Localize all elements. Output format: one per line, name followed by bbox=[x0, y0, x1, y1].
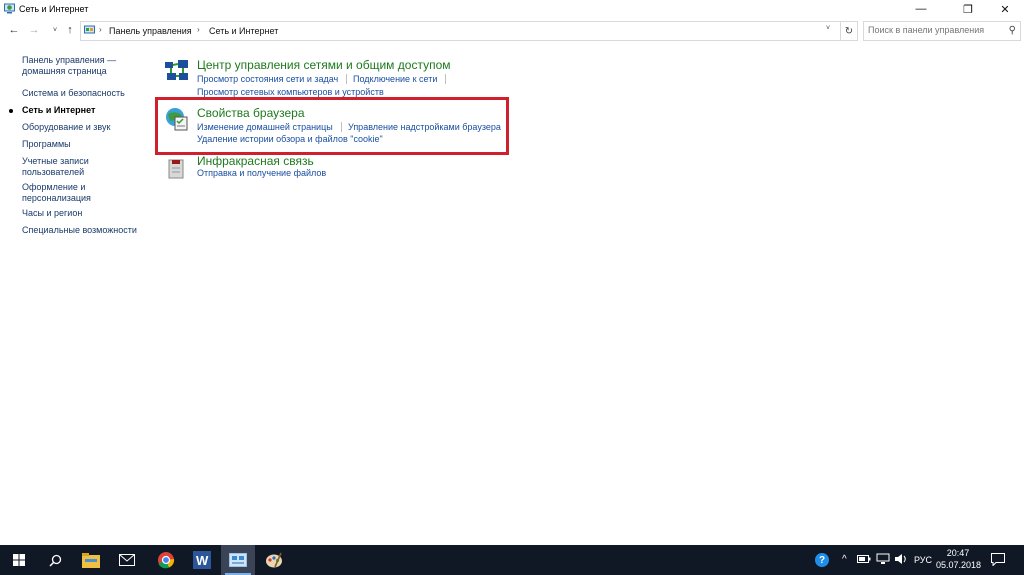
network-app-icon bbox=[4, 3, 15, 14]
sidebar-item-clock-region[interactable]: Часы и регион bbox=[22, 208, 147, 219]
sidebar-item-system-security[interactable]: Система и безопасность bbox=[22, 88, 147, 99]
taskbar-control-panel[interactable] bbox=[221, 545, 255, 575]
forward-button[interactable]: → bbox=[26, 22, 42, 38]
link-send-receive-files[interactable]: Отправка и получение файлов bbox=[197, 168, 326, 178]
current-item-bullet bbox=[9, 109, 13, 113]
taskbar-paint[interactable] bbox=[257, 545, 291, 575]
sidebar-item-user-accounts[interactable]: Учетные записи пользователей bbox=[22, 156, 97, 178]
network-center-icon[interactable] bbox=[164, 58, 190, 84]
search-icon bbox=[48, 554, 61, 567]
control-panel-icon bbox=[229, 553, 247, 567]
breadcrumb-separator: › bbox=[197, 25, 200, 34]
help-icon: ? bbox=[815, 553, 829, 567]
recent-locations-button[interactable]: ˅ bbox=[47, 22, 63, 38]
sidebar-item-accessibility[interactable]: Специальные возможности bbox=[22, 225, 147, 236]
highlight-box bbox=[155, 97, 509, 155]
address-dropdown-icon[interactable]: ˅ bbox=[826, 25, 830, 32]
battery-icon[interactable] bbox=[857, 554, 871, 564]
search-input[interactable] bbox=[868, 24, 1000, 36]
chrome-icon bbox=[158, 552, 175, 569]
link-view-network-computers[interactable]: Просмотр сетевых компьютеров и устройств bbox=[197, 87, 384, 97]
clock-time: 20:47 bbox=[946, 548, 970, 558]
category-infrared: Инфракрасная связь Отправка и получение … bbox=[164, 154, 464, 184]
language-indicator[interactable]: РУС bbox=[914, 555, 932, 565]
clock-date: 05.07.2018 bbox=[936, 560, 982, 570]
maximize-button[interactable]: ❐ bbox=[953, 0, 983, 18]
address-bar[interactable]: › Панель управления › Сеть и Интернет ˅ bbox=[80, 21, 841, 41]
taskbar: W ? ^ РУС 20:47 05.07.2018 bbox=[0, 545, 1024, 575]
file-explorer-icon bbox=[82, 552, 100, 568]
word-icon: W bbox=[193, 551, 211, 569]
help-tray-button[interactable]: ? bbox=[807, 545, 837, 575]
infrared-icon[interactable] bbox=[164, 154, 190, 180]
taskbar-word[interactable]: W bbox=[185, 545, 219, 575]
taskbar-mail[interactable] bbox=[110, 545, 144, 575]
start-button[interactable] bbox=[2, 545, 36, 575]
link-connect-to-network[interactable]: Подключение к сети bbox=[353, 74, 437, 84]
search-box[interactable]: ⚲ bbox=[863, 21, 1021, 41]
sidebar-item-network-internet[interactable]: Сеть и Интернет bbox=[9, 105, 147, 116]
taskbar-chrome[interactable] bbox=[149, 545, 183, 575]
breadcrumb-network-internet[interactable]: Сеть и Интернет bbox=[209, 26, 278, 36]
taskbar-file-explorer[interactable] bbox=[74, 545, 108, 575]
up-button[interactable]: ↑ bbox=[62, 22, 78, 38]
breadcrumb-separator: › bbox=[99, 25, 102, 34]
link-divider bbox=[445, 74, 446, 84]
minimize-button[interactable]: — bbox=[906, 0, 936, 18]
mail-icon bbox=[119, 554, 135, 566]
control-panel-icon bbox=[84, 25, 95, 34]
navigation-bar: ← → ˅ ↑ › Панель управления › Сеть и Инт… bbox=[0, 20, 1024, 42]
sidebar-item-appearance[interactable]: Оформление и персонализация bbox=[22, 182, 97, 204]
back-button[interactable]: ← bbox=[6, 22, 22, 38]
clock[interactable]: 20:47 05.07.2018 bbox=[936, 548, 982, 570]
sidebar-item-hardware-sound[interactable]: Оборудование и звук bbox=[22, 122, 147, 133]
network-tray-icon[interactable] bbox=[876, 553, 890, 565]
category-title[interactable]: Инфракрасная связь bbox=[197, 154, 314, 168]
category-network-center: Центр управления сетями и общим доступом… bbox=[164, 58, 464, 98]
window-title: Сеть и Интернет bbox=[19, 4, 89, 14]
paint-icon bbox=[266, 552, 282, 568]
volume-icon[interactable] bbox=[894, 553, 908, 565]
sidebar-item-programs[interactable]: Программы bbox=[22, 139, 147, 150]
windows-start-icon bbox=[13, 554, 25, 566]
tray-chevron-icon[interactable]: ^ bbox=[842, 554, 847, 565]
sidebar-item-label: Сеть и Интернет bbox=[22, 105, 96, 115]
link-view-network-status[interactable]: Просмотр состояния сети и задач bbox=[197, 74, 338, 84]
taskbar-search-button[interactable] bbox=[38, 545, 72, 575]
search-icon[interactable]: ⚲ bbox=[1009, 25, 1016, 36]
notifications-icon[interactable] bbox=[991, 553, 1005, 566]
refresh-button[interactable]: ↻ bbox=[841, 21, 858, 41]
title-bar: Сеть и Интернет — ❐ ✕ bbox=[0, 0, 1024, 18]
svg-text:W: W bbox=[196, 553, 209, 568]
category-title[interactable]: Центр управления сетями и общим доступом bbox=[197, 58, 451, 72]
link-divider bbox=[346, 74, 347, 84]
close-button[interactable]: ✕ bbox=[990, 0, 1020, 18]
sidebar-item-home[interactable]: Панель управления — домашняя страница bbox=[22, 55, 147, 77]
breadcrumb-control-panel[interactable]: Панель управления bbox=[109, 26, 192, 36]
